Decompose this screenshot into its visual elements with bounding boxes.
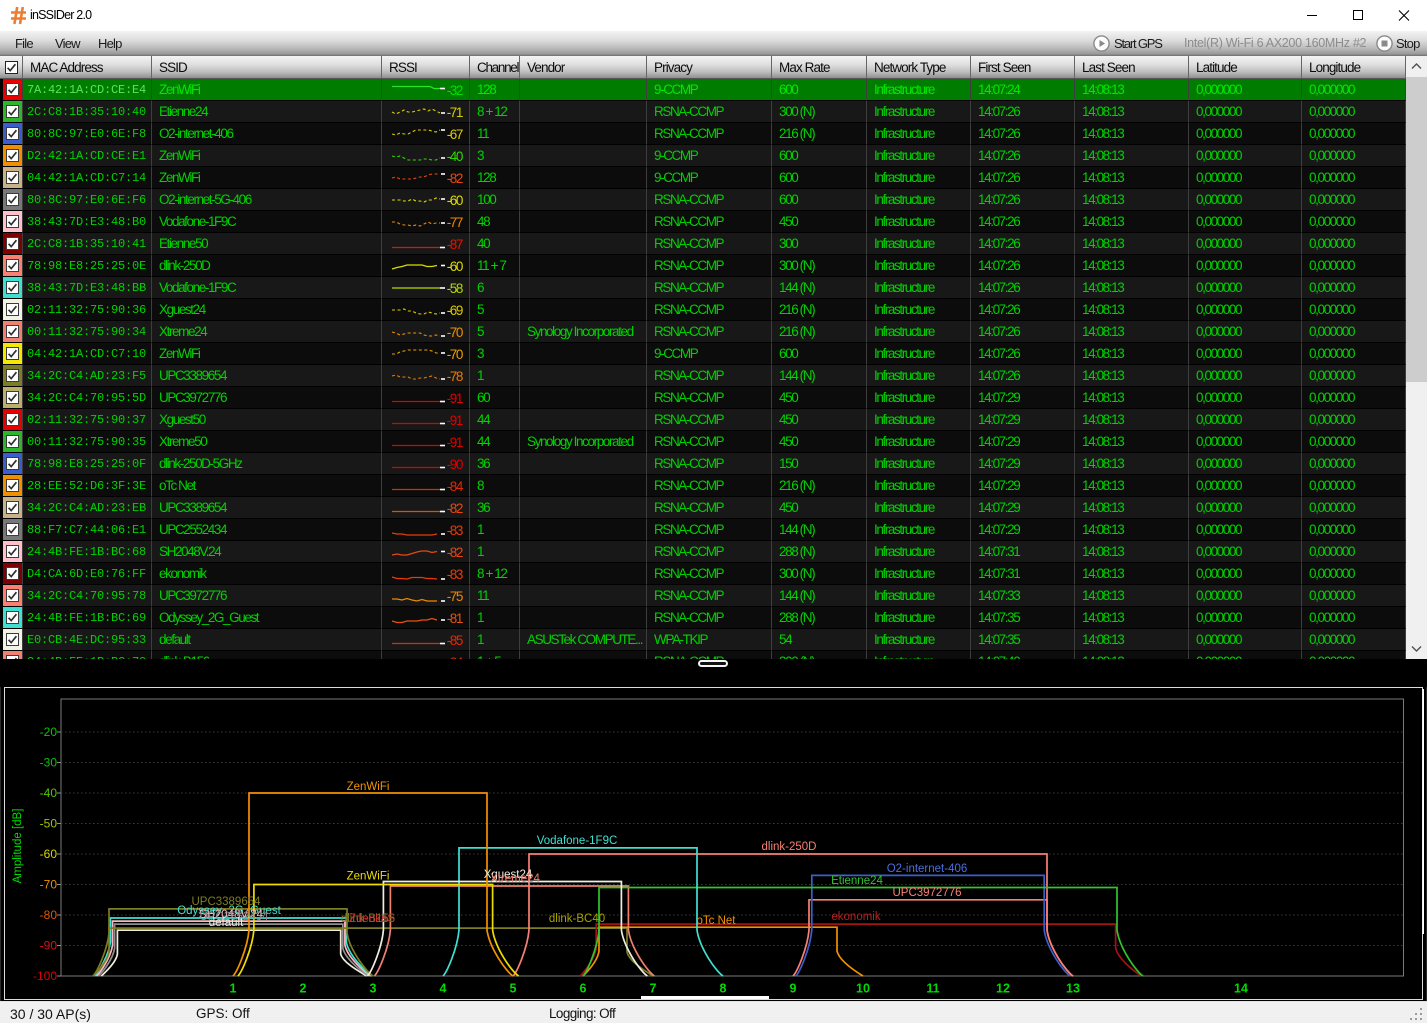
svg-text:2: 2 bbox=[300, 982, 307, 996]
svg-text:14: 14 bbox=[1234, 982, 1248, 996]
svg-text:dlink-250D: dlink-250D bbox=[762, 841, 817, 853]
svg-text:3: 3 bbox=[370, 982, 377, 996]
svg-text:1: 1 bbox=[230, 982, 237, 996]
svg-text:ekonomik: ekonomik bbox=[831, 911, 880, 923]
svg-text:oTc Net: oTc Net bbox=[697, 915, 737, 927]
svg-text:Etienne24: Etienne24 bbox=[831, 875, 883, 887]
svg-text:-100: -100 bbox=[33, 969, 57, 983]
svg-text:default: default bbox=[209, 917, 244, 929]
svg-text:-90: -90 bbox=[40, 939, 58, 953]
svg-text:-60: -60 bbox=[40, 847, 58, 861]
svg-text:-50: -50 bbox=[40, 817, 58, 831]
svg-text:ZenWiFi: ZenWiFi bbox=[347, 781, 390, 793]
svg-text:6: 6 bbox=[580, 982, 587, 996]
svg-text:UPC3972776: UPC3972776 bbox=[892, 887, 961, 899]
svg-text:Amplitude [dB]: Amplitude [dB] bbox=[12, 809, 24, 884]
svg-text:-40: -40 bbox=[40, 786, 58, 800]
svg-text:ZdenkaS: ZdenkaS bbox=[349, 913, 395, 925]
svg-text:10: 10 bbox=[856, 982, 870, 996]
svg-text:-70: -70 bbox=[40, 878, 58, 892]
svg-text:-30: -30 bbox=[40, 756, 58, 770]
svg-text:Vodafone-1F9C: Vodafone-1F9C bbox=[537, 835, 618, 847]
svg-text:Xtreme24: Xtreme24 bbox=[490, 873, 540, 885]
svg-text:7: 7 bbox=[650, 982, 657, 996]
svg-text:11: 11 bbox=[926, 982, 939, 996]
svg-text:dlink-BC40: dlink-BC40 bbox=[549, 913, 605, 925]
svg-text:-80: -80 bbox=[40, 908, 58, 922]
svg-text:12: 12 bbox=[996, 982, 1010, 996]
svg-text:13: 13 bbox=[1066, 982, 1080, 996]
svg-text:O2-internet-406: O2-internet-406 bbox=[887, 863, 968, 875]
svg-text:9: 9 bbox=[790, 982, 797, 996]
svg-text:4: 4 bbox=[440, 982, 447, 996]
svg-text:ZenWiFi: ZenWiFi bbox=[347, 871, 390, 883]
svg-text:8: 8 bbox=[720, 982, 727, 996]
svg-text:5: 5 bbox=[510, 982, 517, 996]
svg-text:-20: -20 bbox=[40, 725, 58, 739]
